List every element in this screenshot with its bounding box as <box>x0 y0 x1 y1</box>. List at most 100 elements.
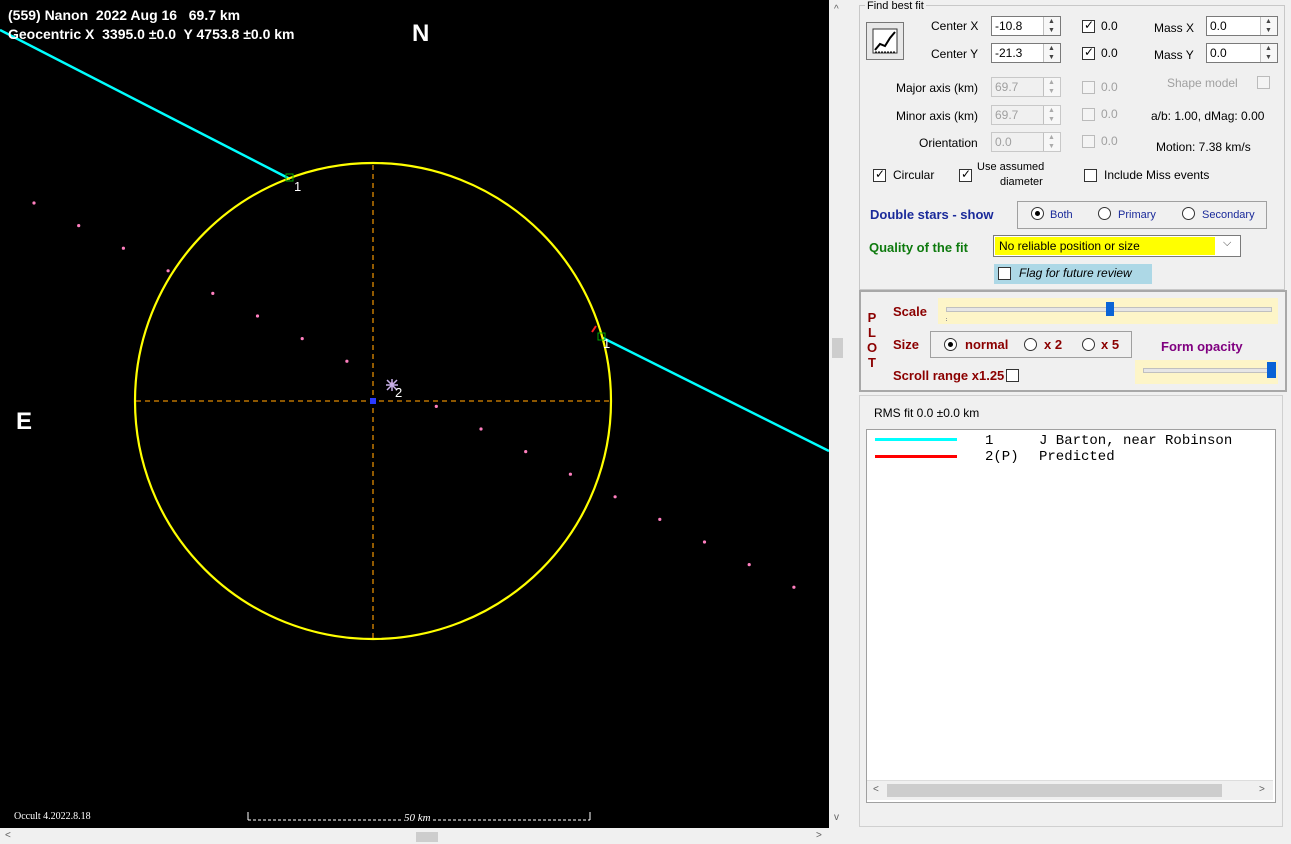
center-x-spinner[interactable]: ▲ ▼ <box>1043 17 1060 35</box>
major-axis-checkbox[interactable] <box>1082 81 1095 94</box>
center-x-input[interactable]: -10.8 ▲ ▼ <box>991 16 1061 36</box>
double-both-radio[interactable] <box>1031 207 1044 220</box>
star-label-2: 2 <box>395 385 403 400</box>
scroll-down-icon[interactable]: v <box>834 812 839 823</box>
legend-1-text: J Barton, near Robinson <box>1039 433 1233 449</box>
flag-review-label: Flag for future review <box>1019 266 1132 280</box>
scale-slider-thumb[interactable] <box>1106 302 1114 316</box>
size-normal-radio[interactable] <box>944 338 957 351</box>
predicted-track-dot <box>345 359 349 363</box>
minor-axis-spinner[interactable]: ▲ ▼ <box>1043 106 1060 124</box>
orientation-label: Orientation <box>919 136 978 150</box>
legend-2-text: Predicted <box>1039 449 1115 465</box>
legend-1-swatch <box>875 438 957 441</box>
minor-axis-input[interactable]: 69.7 ▲ ▼ <box>991 105 1061 125</box>
minor-axis-checkbox[interactable] <box>1082 108 1095 121</box>
shape-model-checkbox[interactable] <box>1257 76 1270 89</box>
mass-x-spinner[interactable]: ▲ ▼ <box>1260 17 1277 35</box>
predicted-track-dot <box>77 224 81 228</box>
predicted-track-dot <box>658 517 662 522</box>
legend-scroll-right-icon[interactable]: > <box>1259 784 1265 795</box>
predicted-track-dot <box>613 495 617 499</box>
size-x2-label: x 2 <box>1044 337 1063 352</box>
horizontal-scroll-thumb[interactable] <box>416 832 438 842</box>
chord-label-1-west: 1 <box>294 179 302 194</box>
double-secondary-label: Secondary <box>1202 209 1255 221</box>
use-assumed-label: Use assumed <box>977 161 1045 173</box>
orientation-spinner[interactable]: ▲ ▼ <box>1043 133 1060 151</box>
size-x5-radio[interactable] <box>1082 338 1095 351</box>
vertical-scroll-thumb[interactable] <box>832 338 843 358</box>
legend-2-id: 2(P) <box>985 449 1019 465</box>
scale-label: Scale <box>893 304 927 319</box>
chord-1-line-west <box>0 28 291 181</box>
version-label: Occult 4.2022.8.18 <box>14 811 91 822</box>
center-marker <box>370 398 376 404</box>
center-y-spinner[interactable]: ▲ ▼ <box>1043 44 1060 62</box>
chord-1-line-east <box>602 336 829 453</box>
predicted-track-dot <box>524 450 528 454</box>
plot-side-o: O <box>867 340 878 355</box>
orientation-checkbox[interactable] <box>1082 135 1095 148</box>
horizontal-scrollbar[interactable] <box>0 828 829 844</box>
double-stars-label: Double stars - show <box>870 207 994 222</box>
scroll-range-label: Scroll range x1.25 <box>893 368 1005 383</box>
predicted-track-dot <box>792 585 796 589</box>
mass-y-spinner[interactable]: ▲ ▼ <box>1260 44 1277 62</box>
find-best-fit-title: Find best fit <box>865 0 926 12</box>
center-x-check-value: 0.0 <box>1101 19 1118 33</box>
plot-title: (559) Nanon 2022 Aug 16 69.7 km <box>8 7 241 23</box>
double-secondary-radio[interactable] <box>1182 207 1195 220</box>
scroll-right-icon[interactable]: > <box>816 830 822 841</box>
include-miss-events-checkbox[interactable] <box>1084 169 1097 182</box>
opacity-slider[interactable] <box>1135 360 1278 384</box>
scroll-range-checkbox[interactable] <box>1006 369 1019 382</box>
mass-y-input[interactable]: 0.0 ▲ ▼ <box>1206 43 1278 63</box>
mass-y-value: 0.0 <box>1210 46 1227 60</box>
predicted-track-dot <box>166 269 170 273</box>
find-best-fit-button[interactable] <box>866 22 904 60</box>
legend-scroll-left-icon[interactable]: < <box>873 784 879 795</box>
double-both-label: Both <box>1050 209 1073 221</box>
center-y-checkbox[interactable] <box>1082 45 1095 60</box>
vertical-scrollbar[interactable] <box>829 0 847 828</box>
motion-text: Motion: 7.38 km/s <box>1156 140 1251 154</box>
legend-scroll-thumb[interactable] <box>887 784 1222 797</box>
use-assumed-diameter-checkbox[interactable] <box>959 167 972 182</box>
size-x5-label: x 5 <box>1101 337 1120 352</box>
opacity-slider-track <box>1143 368 1271 373</box>
circular-checkbox[interactable] <box>873 167 886 182</box>
plot-side-t: T <box>868 355 876 370</box>
mass-x-input[interactable]: 0.0 ▲ ▼ <box>1206 16 1278 36</box>
size-normal-label: normal <box>965 337 1009 352</box>
center-x-value: -10.8 <box>995 19 1023 33</box>
scale-slider[interactable] <box>938 298 1278 324</box>
double-primary-radio[interactable] <box>1098 207 1111 220</box>
ab-dmag-text: a/b: 1.00, dMag: 0.00 <box>1151 109 1265 123</box>
center-y-input[interactable]: -21.3 ▲ ▼ <box>991 43 1061 63</box>
major-axis-input[interactable]: 69.7 ▲ ▼ <box>991 77 1061 97</box>
chord-label-1-east: 1 <box>603 336 611 351</box>
size-x2-radio[interactable] <box>1024 338 1037 351</box>
predicted-track-dot <box>434 404 438 408</box>
legend-hscrollbar[interactable]: < > <box>867 780 1273 800</box>
opacity-slider-thumb[interactable] <box>1267 362 1276 378</box>
flag-review-checkbox[interactable] <box>998 267 1011 280</box>
scroll-left-icon[interactable]: < <box>5 830 11 841</box>
mass-x-value: 0.0 <box>1210 19 1227 33</box>
occultation-plot[interactable]: (559) Nanon 2022 Aug 16 69.7 km Geocentr… <box>0 0 829 828</box>
quality-dropdown[interactable]: No reliable position or size ⌵ <box>993 235 1241 257</box>
plot-side-label: P L O T <box>867 310 877 370</box>
minor-axis-label: Minor axis (km) <box>896 109 979 123</box>
include-miss-events-label: Include Miss events <box>1104 168 1210 182</box>
center-y-label: Center Y <box>931 47 979 61</box>
legend-list[interactable]: 1 J Barton, near Robinson 2(P) Predicted <box>866 429 1276 803</box>
legend-1-id: 1 <box>985 433 994 449</box>
predicted-track-dot <box>568 472 573 476</box>
orientation-input[interactable]: 0.0 ▲ ▼ <box>991 132 1061 152</box>
scroll-up-icon[interactable]: ^ <box>834 4 839 15</box>
center-x-checkbox[interactable] <box>1082 18 1095 33</box>
plot-geocentric: Geocentric X 3395.0 ±0.0 Y 4753.8 ±0.0 k… <box>8 26 295 42</box>
circular-label: Circular <box>893 168 935 182</box>
major-axis-spinner[interactable]: ▲ ▼ <box>1043 78 1060 96</box>
